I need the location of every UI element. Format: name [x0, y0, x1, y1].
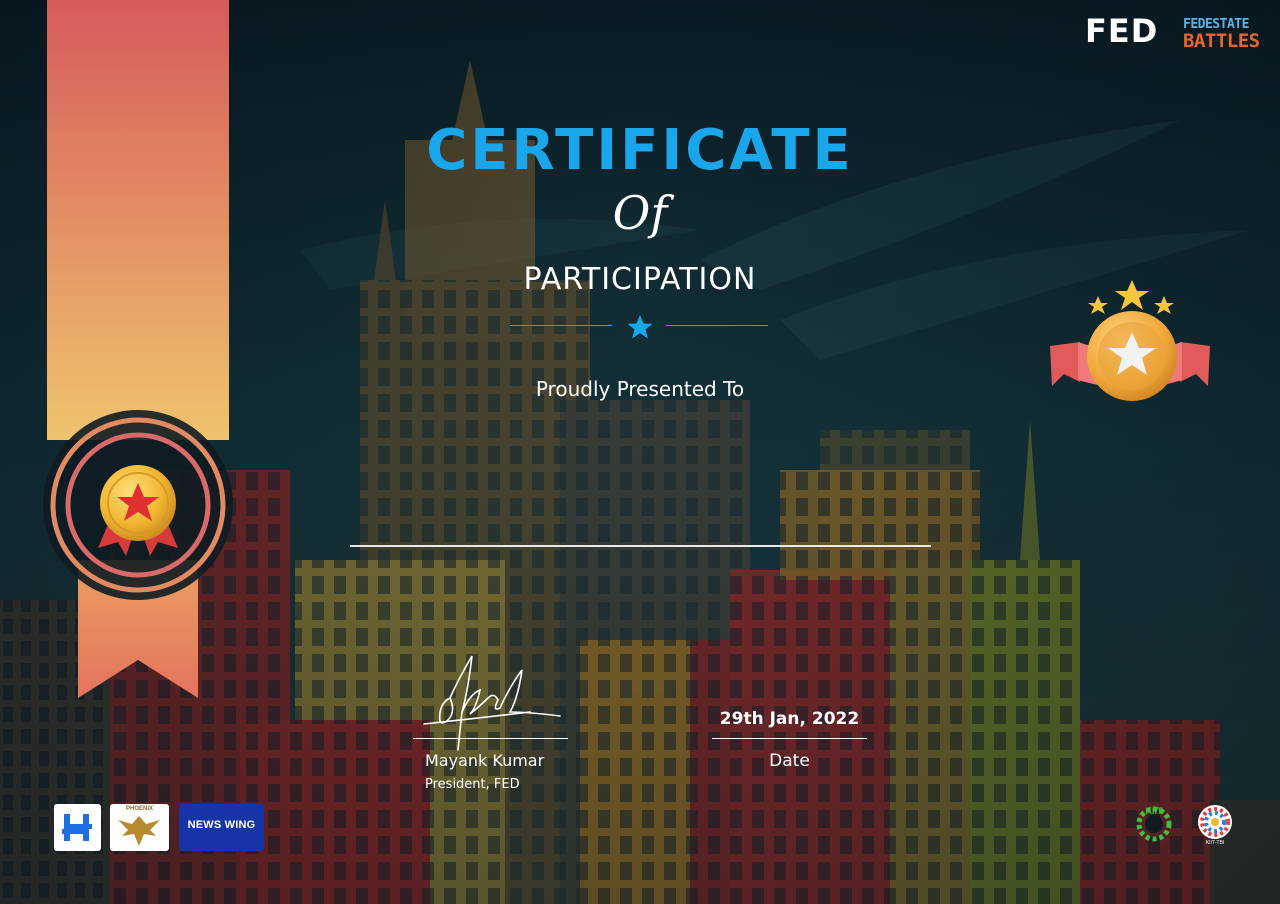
- kiit-tbi-logo: KIIT-TBI: [1195, 802, 1235, 846]
- kiit-tbi-label: KIIT-TBI: [1205, 840, 1225, 846]
- recipient-name-line: [350, 545, 931, 547]
- kiit-tbi-emblem-icon: [1198, 805, 1232, 839]
- divider-star-icon: [627, 315, 653, 339]
- certificate-title: CERTIFICATE: [426, 118, 854, 183]
- kiit-logo-icon: KIIT: [1136, 806, 1172, 842]
- date-label: Date: [769, 751, 810, 771]
- signature-line: [413, 738, 568, 739]
- phoenix-logo: PHOENIX: [110, 804, 169, 851]
- news-wing-logo-text: NEWS WING: [187, 819, 256, 831]
- ribbon-medal-icon: [43, 0, 233, 698]
- date-value: 29th Jan, 2022: [719, 709, 860, 729]
- phoenix-logo-text: PHOENIX: [125, 806, 153, 812]
- divider-line-left: [510, 325, 612, 326]
- signatory-name: Mayank Kumar: [425, 751, 545, 770]
- hack-logo: [54, 804, 101, 851]
- news-wing-logo: NEWS WING: [179, 804, 264, 851]
- certificate: FED FEDESTATE BATTLES CERTIFICATE Of PAR…: [0, 0, 1280, 904]
- fed-logo: FED: [1085, 12, 1159, 50]
- svg-text:KIIT: KIIT: [1146, 806, 1164, 816]
- certificate-of: Of: [612, 186, 668, 240]
- hack-logo-icon: [62, 814, 92, 841]
- certificate-subtitle: PARTICIPATION: [523, 262, 757, 297]
- signature-image: [423, 655, 561, 751]
- battles-logo-text: BATTLES: [1183, 30, 1260, 52]
- divider-line-right: [666, 325, 768, 326]
- signatory-role: President, FED: [425, 777, 520, 792]
- date-line: [712, 738, 867, 739]
- presented-to-text: Proudly Presented To: [535, 377, 745, 401]
- fedestate-battles-logo: FEDESTATE BATTLES: [1183, 17, 1267, 52]
